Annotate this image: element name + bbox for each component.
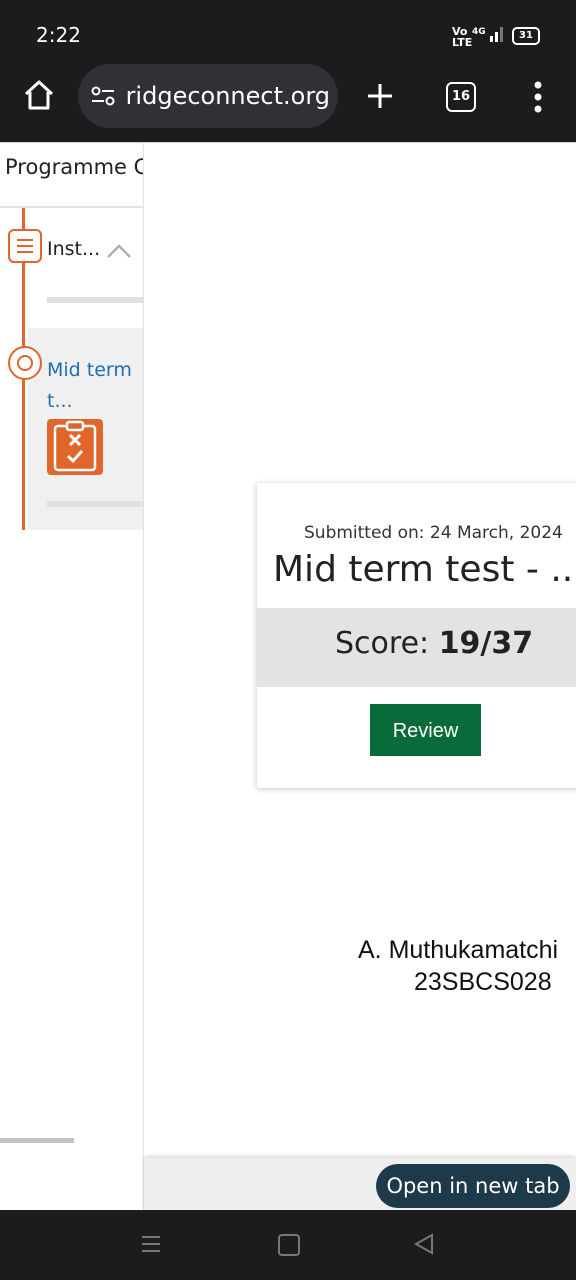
- course-sidebar: Programme C Inst... Mid term t...: [0, 143, 143, 1158]
- site-settings-icon[interactable]: [90, 84, 116, 108]
- student-roll-number: 23SBCS028: [414, 968, 552, 996]
- horizontal-scrollbar[interactable]: [0, 1138, 74, 1143]
- submitted-date: Submitted on: 24 March, 2024: [304, 523, 563, 543]
- review-button[interactable]: Review: [370, 704, 481, 756]
- tab-switcher-button[interactable]: 16: [446, 82, 476, 112]
- score-band: Score: 19/37: [257, 608, 576, 687]
- url-text[interactable]: cambridgeconnect.org: [126, 82, 330, 110]
- quiz-icon[interactable]: [46, 418, 104, 476]
- browser-toolbar: cambridgeconnect.org 16: [0, 64, 576, 142]
- sidebar-item-instructions[interactable]: Inst...: [47, 238, 100, 260]
- nav-home-icon[interactable]: [278, 1234, 300, 1256]
- recent-apps-icon[interactable]: [140, 1234, 162, 1254]
- result-card: Submitted on: 24 March, 2024 Mid term te…: [257, 483, 576, 788]
- clock: 2:22: [36, 23, 81, 47]
- new-tab-icon[interactable]: [364, 80, 396, 112]
- home-icon[interactable]: [22, 78, 56, 112]
- back-icon[interactable]: [412, 1232, 436, 1256]
- status-bar: 2:22 Vo LTE 4G 31: [0, 0, 576, 64]
- sidebar-item-mid-term[interactable]: Mid term t...: [47, 355, 137, 417]
- document-icon: [8, 229, 42, 263]
- volte-indicator: Vo LTE: [452, 25, 473, 49]
- address-bar[interactable]: cambridgeconnect.org: [78, 64, 338, 128]
- network-type: 4G: [472, 27, 486, 37]
- score-value: 19/37: [438, 626, 534, 661]
- progress-bar: [47, 501, 143, 507]
- open-in-new-tab-button[interactable]: Open in new tab: [376, 1164, 570, 1208]
- system-nav-bar: [0, 1210, 576, 1280]
- score-label: Score:: [335, 626, 430, 661]
- test-title: Mid term test - ...: [273, 549, 576, 590]
- progress-bar: [47, 297, 143, 303]
- student-name: A. Muthukamatchi: [358, 936, 559, 964]
- current-step-icon: [8, 346, 42, 380]
- score: Score: 19/37: [335, 626, 533, 661]
- chevron-up-icon[interactable]: [106, 243, 132, 259]
- signal-icon: [490, 27, 503, 42]
- sidebar-border: [143, 143, 144, 1210]
- more-options-icon[interactable]: [530, 80, 546, 114]
- sidebar-title: Programme C: [5, 155, 143, 179]
- battery-icon: 31: [512, 27, 540, 45]
